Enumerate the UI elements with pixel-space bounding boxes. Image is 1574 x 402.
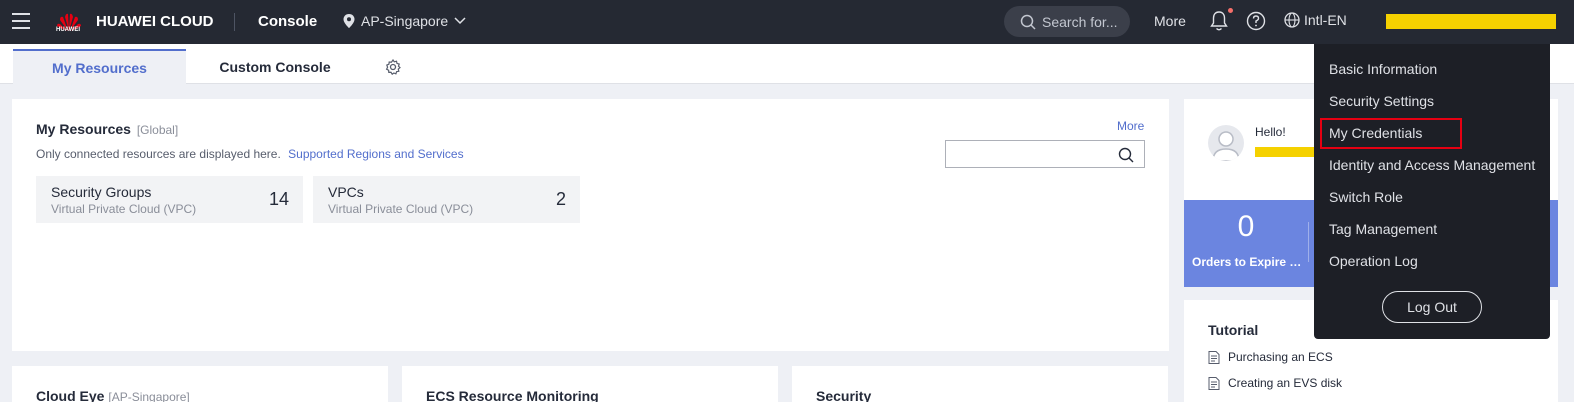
tile-service: Virtual Private Cloud (VPC)	[51, 202, 197, 216]
menu-item-operation-log[interactable]: Operation Log	[1329, 253, 1418, 269]
tile-count: 14	[268, 189, 289, 209]
resources-scope: [Global]	[136, 123, 179, 137]
note-text: Only connected resources are displayed h…	[36, 147, 281, 161]
orders-expire-label[interactable]: Orders to Expire in 7 Days	[1192, 255, 1302, 269]
divider	[234, 13, 235, 31]
document-icon	[1208, 376, 1220, 390]
tutorial-link[interactable]: Creating an EVS disk	[1208, 376, 1342, 390]
global-search[interactable]: Search for...	[1004, 6, 1130, 37]
tile-name: Security Groups	[51, 184, 152, 200]
resources-title: My Resources	[36, 121, 131, 137]
ecs-monitoring-card: ECS Resource Monitoring	[402, 366, 778, 402]
card-title: My Resources [Global]	[36, 121, 178, 137]
menu-item-tag-management[interactable]: Tag Management	[1329, 221, 1437, 237]
cloud-eye-card: Cloud Eye [AP-Singapore]	[12, 366, 388, 402]
tab-my-resources[interactable]: My Resources	[13, 49, 186, 84]
resource-tile-vpcs[interactable]: VPCs Virtual Private Cloud (VPC) 2	[313, 176, 580, 223]
notification-dot	[1228, 8, 1233, 13]
language-selector[interactable]: Intl-EN	[1284, 12, 1347, 28]
tile-service: Virtual Private Cloud (VPC)	[328, 202, 474, 216]
supported-regions-link[interactable]: Supported Regions and Services	[288, 147, 463, 161]
search-icon	[1020, 14, 1036, 30]
menu-item-basic-information[interactable]: Basic Information	[1329, 61, 1437, 77]
security-title: Security	[816, 388, 872, 402]
search-placeholder: Search for...	[1042, 13, 1118, 30]
menu-item-my-credentials[interactable]: My Credentials	[1329, 125, 1422, 141]
greeting: Hello!	[1255, 125, 1286, 139]
top-nav-bar: HUAWEI HUAWEI CLOUD Console AP-Singapore…	[0, 0, 1574, 44]
more-menu[interactable]: More	[1154, 13, 1186, 29]
region-selector[interactable]: AP-Singapore	[343, 13, 466, 29]
menu-icon[interactable]	[12, 13, 30, 29]
language-label: Intl-EN	[1304, 12, 1347, 28]
security-card: Security	[792, 366, 1168, 402]
tutorial-link[interactable]: Purchasing an ECS	[1208, 350, 1333, 364]
card-title: Cloud Eye [AP-Singapore]	[36, 388, 190, 402]
avatar	[1208, 125, 1244, 161]
tutorial-title: Tutorial	[1208, 322, 1259, 338]
my-resources-card: My Resources [Global] Only connected res…	[12, 99, 1169, 351]
account-name-redacted[interactable]	[1386, 14, 1556, 29]
menu-item-switch-role[interactable]: Switch Role	[1329, 189, 1403, 205]
user-menu-dropdown: Basic Information Security Settings My C…	[1314, 44, 1550, 339]
cloud-eye-scope: [AP-Singapore]	[108, 390, 190, 402]
brand-name[interactable]: HUAWEI CLOUD	[96, 13, 214, 30]
menu-item-security-settings[interactable]: Security Settings	[1329, 93, 1434, 109]
chevron-down-icon	[454, 17, 466, 25]
cloud-eye-title: Cloud Eye	[36, 388, 105, 402]
divider	[1308, 222, 1309, 262]
logout-button[interactable]: Log Out	[1382, 291, 1482, 323]
search-icon[interactable]	[1118, 147, 1134, 163]
document-icon	[1208, 350, 1220, 364]
tile-name: VPCs	[328, 184, 364, 200]
location-pin-icon	[343, 14, 355, 28]
menu-item-iam[interactable]: Identity and Access Management	[1329, 157, 1535, 173]
username-redacted	[1255, 147, 1315, 157]
tab-custom-console[interactable]: Custom Console	[200, 49, 350, 84]
logo-wordmark: HUAWEI	[56, 27, 80, 33]
gear-icon[interactable]	[385, 59, 401, 75]
resources-note: Only connected resources are displayed h…	[36, 147, 464, 161]
bell-icon[interactable]	[1210, 10, 1228, 32]
tutorial-link-label: Creating an EVS disk	[1228, 376, 1343, 390]
tile-count: 2	[555, 189, 566, 209]
tutorial-link-label: Purchasing an ECS	[1228, 350, 1333, 364]
huawei-logo[interactable]	[54, 6, 84, 38]
resource-tile-security-groups[interactable]: Security Groups Virtual Private Cloud (V…	[36, 176, 303, 223]
orders-expire-count[interactable]: 0	[1184, 210, 1308, 244]
region-label: AP-Singapore	[361, 13, 449, 29]
resources-more-link[interactable]: More	[1117, 119, 1144, 133]
user-icon	[1212, 131, 1240, 161]
help-icon[interactable]	[1246, 11, 1266, 31]
resource-search-input[interactable]	[945, 140, 1145, 168]
ecs-monitoring-title: ECS Resource Monitoring	[426, 388, 599, 402]
console-link[interactable]: Console	[258, 13, 317, 30]
globe-icon	[1284, 12, 1300, 28]
